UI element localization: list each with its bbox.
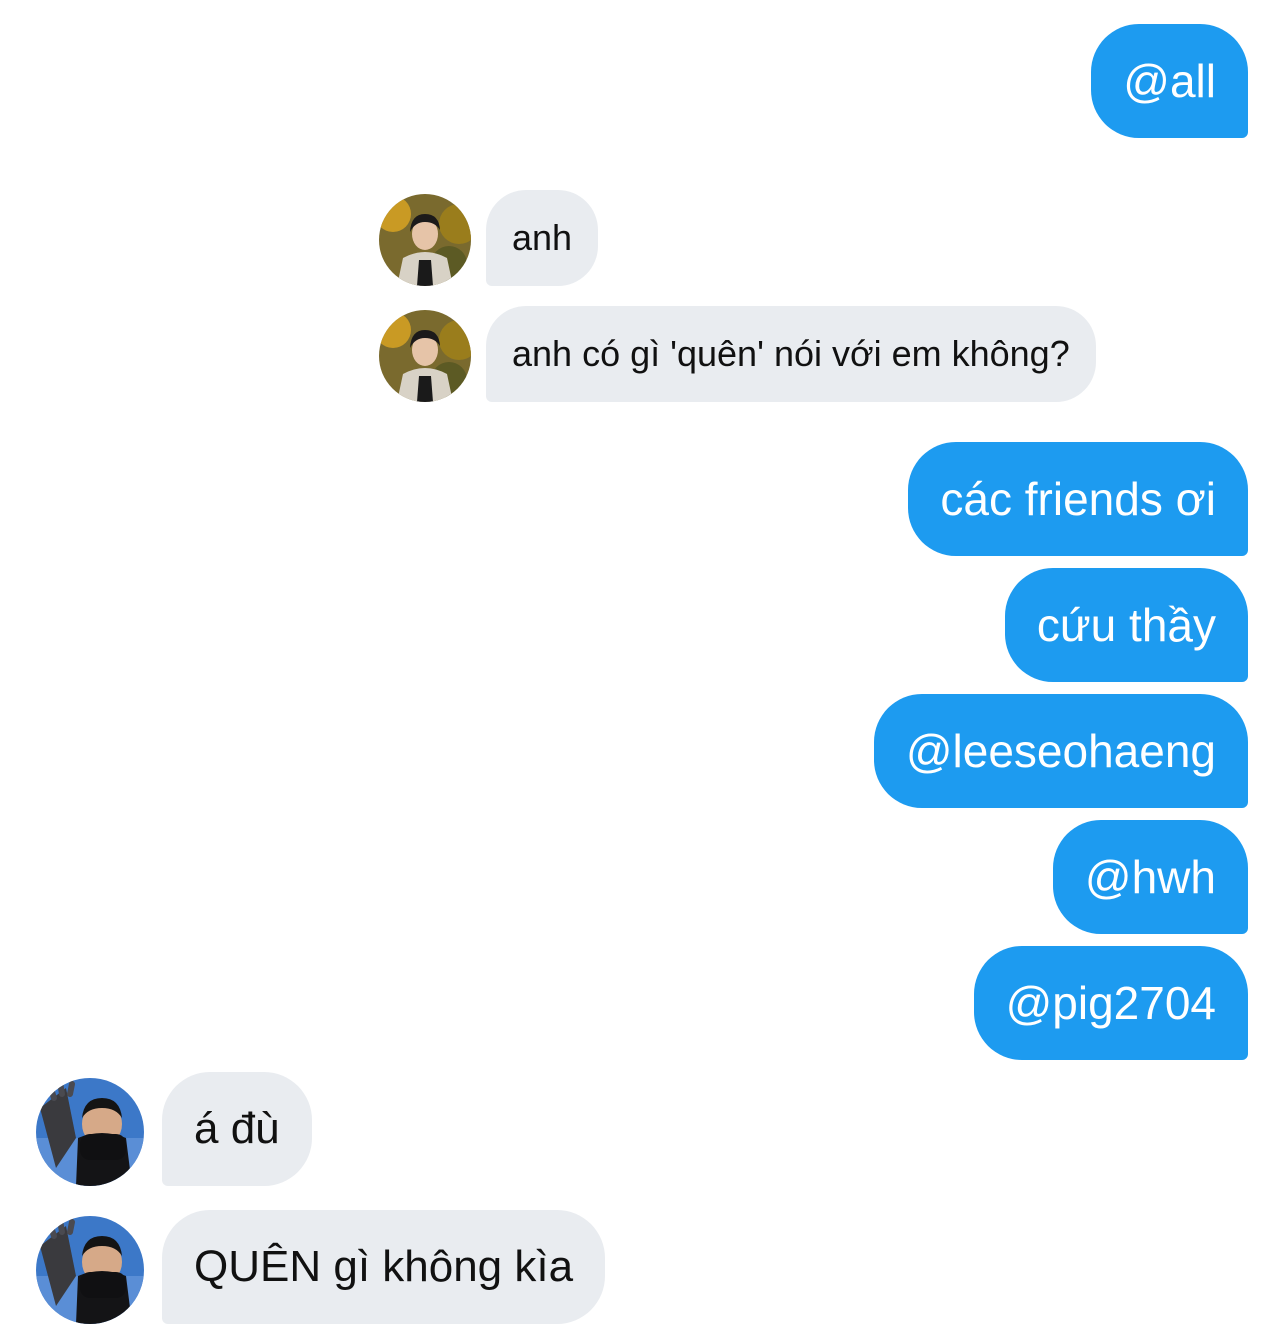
message-sent-bubble[interactable]: @all <box>1091 24 1248 138</box>
avatar-user-a-icon <box>379 310 471 402</box>
message-sent-bubble[interactable]: @pig2704 <box>973 946 1248 1060</box>
message-text: @hwh <box>1084 851 1216 903</box>
avatar-user-a-icon <box>379 194 471 286</box>
message-received-bubble[interactable]: anh có gì 'quên' nói với em không? <box>486 306 1096 402</box>
message-text: @pig2704 <box>1005 977 1216 1029</box>
message-text: cứu thầy <box>1036 599 1216 651</box>
message-text: các friends ơi <box>940 473 1216 525</box>
message-text: @all <box>1123 55 1216 107</box>
message-text: anh <box>512 217 573 258</box>
avatar[interactable] <box>36 1078 144 1186</box>
message-sent-bubble[interactable]: các friends ơi <box>908 442 1248 556</box>
message-text: @leeseohaeng <box>905 725 1216 777</box>
avatar[interactable] <box>379 194 471 286</box>
avatar-user-b-icon <box>36 1078 144 1186</box>
message-received-bubble[interactable]: anh <box>486 190 599 286</box>
message-text: anh có gì 'quên' nói với em không? <box>512 333 1070 374</box>
message-received-bubble[interactable]: á đù <box>162 1072 312 1186</box>
message-text: QUÊN gì không kìa <box>194 1242 574 1291</box>
message-sent-bubble[interactable]: @hwh <box>1052 820 1248 934</box>
avatar-user-b-icon <box>36 1216 144 1324</box>
message-sent-bubble[interactable]: @leeseohaeng <box>873 694 1248 808</box>
avatar[interactable] <box>379 310 471 402</box>
message-sent-bubble[interactable]: cứu thầy <box>1004 568 1248 682</box>
message-text: á đù <box>194 1104 280 1153</box>
message-received-bubble[interactable]: QUÊN gì không kìa <box>162 1210 606 1324</box>
avatar[interactable] <box>36 1216 144 1324</box>
